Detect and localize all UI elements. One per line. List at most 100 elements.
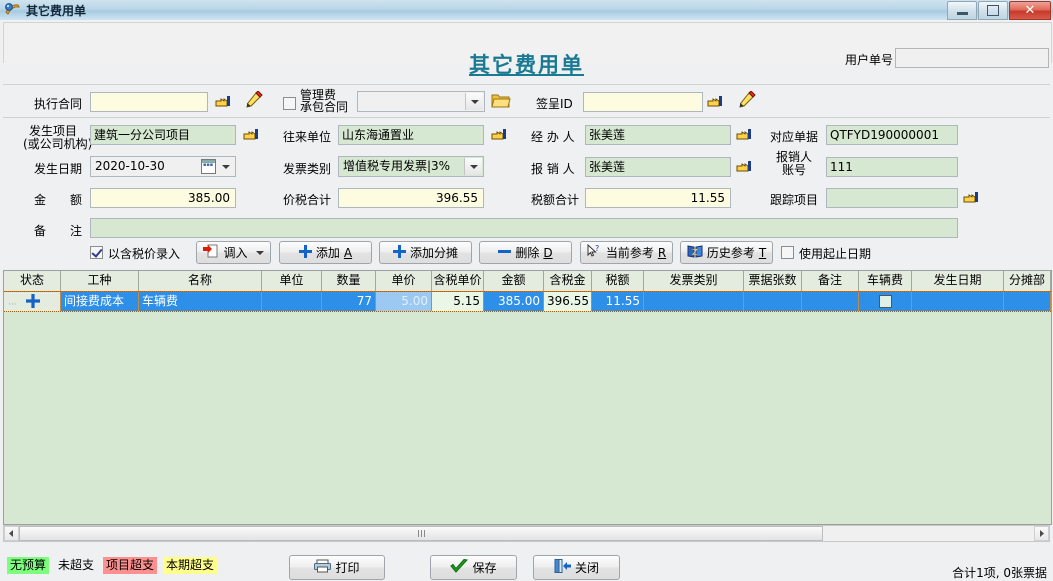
track-project-input[interactable] [826, 188, 958, 208]
grid-column-header[interactable]: 单位 [262, 271, 322, 291]
contract-label: 执行合同 [34, 97, 83, 111]
grid-column-header[interactable]: 发生日期 [912, 271, 1004, 291]
current-reference-button[interactable]: ? 当前参考 R [580, 241, 673, 264]
project-label-line2: (或公司机构) [23, 137, 93, 151]
calendar-icon[interactable]: ▪▪▪ [201, 159, 216, 174]
claimer-input[interactable]: 张美莲 [585, 157, 731, 177]
signoff-input[interactable] [583, 92, 703, 112]
hand-pick-icon-track[interactable] [963, 189, 981, 208]
grip-line [417, 530, 419, 537]
print-button[interactable]: 打印 [289, 555, 385, 580]
contract-input[interactable] [90, 92, 208, 112]
mgmt-contract-dropdown-button[interactable] [465, 93, 483, 110]
grid-column-header[interactable]: 含税单价 [432, 271, 484, 291]
tax-total-label: 税额合计 [531, 193, 580, 207]
cell-bill-count[interactable] [744, 292, 802, 311]
claimer-account-input[interactable]: 111 [826, 157, 958, 177]
save-button[interactable]: 保存 [430, 555, 517, 580]
user-code-input[interactable] [895, 48, 1049, 68]
cell-invoice-type[interactable] [644, 292, 744, 311]
use-date-range-checkbox[interactable] [781, 246, 794, 259]
grid-column-header[interactable]: 税额 [592, 271, 644, 291]
row-indicator-dots: ··· [8, 300, 17, 310]
grid-column-header[interactable]: 工种 [61, 271, 139, 291]
close-window-button[interactable]: 关闭 [533, 555, 620, 580]
history-ref-hotkey: T [758, 245, 767, 260]
cell-unit[interactable] [262, 292, 322, 311]
date-picker[interactable]: 2020-10-30 ▪▪▪ [90, 156, 236, 177]
hand-pick-icon-partner[interactable] [491, 126, 509, 145]
grid-column-header[interactable]: 单价 [376, 271, 432, 291]
mgmt-contract-combo[interactable] [357, 91, 485, 112]
grid-column-header[interactable]: 分摊部门 [1004, 271, 1051, 306]
table-row[interactable]: ··· 间接费成本 车辆费 77 5.00 5.15 385.00 396.55 11.55 [4, 292, 1051, 311]
cell-occur-date[interactable] [912, 292, 1004, 311]
folder-open-icon[interactable] [491, 92, 511, 112]
grid-column-header[interactable]: 含税金额 [544, 271, 592, 306]
grid-column-header[interactable]: 名称 [139, 271, 262, 291]
chevron-down-icon [469, 164, 478, 169]
hand-pick-icon-claimer[interactable] [736, 158, 754, 177]
related-doc-input[interactable]: QTFYD190000001 [826, 125, 958, 145]
hand-pick-icon-contract[interactable] [215, 93, 233, 112]
invoice-type-value: 增值税专用发票|3% [343, 159, 451, 173]
grid-column-header[interactable]: 数量 [322, 271, 376, 291]
invoice-type-dropdown-button[interactable] [464, 158, 482, 175]
scrollbar-thumb[interactable] [19, 526, 823, 541]
hand-pick-icon-signoff[interactable] [707, 93, 725, 112]
cell-tax-amount[interactable]: 396.55 [544, 292, 592, 311]
project-input[interactable]: 建筑一分公司项目 [90, 125, 236, 145]
grid-column-header[interactable]: 发票类别 [644, 271, 744, 291]
date-dropdown-button[interactable] [217, 158, 234, 175]
tax-total-input[interactable]: 11.55 [585, 188, 731, 208]
claimer-account-label-line1: 报销人 [775, 150, 812, 164]
pencil-edit-icon-contract[interactable] [243, 90, 263, 113]
chevron-down-icon[interactable] [255, 250, 264, 255]
grid-column-header[interactable]: 备注 [802, 271, 859, 291]
cell-amount[interactable]: 385.00 [484, 292, 544, 311]
grid-column-header[interactable]: 金额 [484, 271, 544, 291]
invoice-type-combo[interactable]: 增值税专用发票|3% [338, 156, 484, 177]
hand-pick-icon-handler[interactable] [736, 126, 754, 145]
cell-tax[interactable]: 11.55 [592, 292, 644, 311]
cell-name[interactable]: 车辆费 [139, 292, 262, 311]
minimize-button[interactable] [947, 1, 977, 20]
scroll-right-arrow[interactable] [1034, 526, 1049, 541]
cell-unit-price[interactable]: 5.00 [376, 292, 432, 311]
import-button[interactable]: 调入 [196, 241, 271, 264]
amount-input[interactable]: 385.00 [90, 188, 236, 208]
cell-quantity[interactable]: 77 [322, 292, 376, 311]
detail-grid[interactable]: 状态工种名称单位数量单价含税单价金额含税金额税额发票类别票据张数备注车辆费发生日… [3, 270, 1052, 525]
hand-pick-icon-project[interactable] [243, 126, 261, 145]
cell-work-type[interactable]: 间接费成本 [61, 292, 139, 311]
price-tax-total-input[interactable]: 396.55 [338, 188, 484, 208]
pencil-edit-icon-signoff[interactable] [736, 90, 756, 113]
cell-tax-unit-price[interactable]: 5.15 [432, 292, 484, 311]
mgmt-fee-checkbox[interactable] [283, 97, 296, 110]
remark-input[interactable] [90, 218, 958, 238]
cell-remark[interactable] [802, 292, 859, 311]
cell-vehicle-fee[interactable] [859, 292, 912, 311]
tax-inclusive-checkbox[interactable] [90, 246, 103, 259]
maximize-button[interactable] [978, 1, 1008, 20]
minimize-icon [956, 12, 968, 15]
grid-horizontal-scrollbar[interactable] [3, 525, 1050, 542]
add-split-button[interactable]: 添加分摊 [379, 241, 472, 264]
close-button[interactable]: ✕ [1009, 1, 1051, 20]
grid-column-header[interactable]: 状态 [4, 271, 61, 291]
tax-inclusive-label: 以含税价录入 [108, 247, 181, 261]
vehicle-fee-checkbox[interactable] [879, 295, 892, 308]
maximize-icon [987, 5, 999, 16]
add-button[interactable]: 添加 A [279, 241, 372, 264]
scroll-left-arrow[interactable] [4, 526, 19, 541]
history-reference-button[interactable]: Z 历史参考 T [680, 241, 773, 264]
app-icon [4, 2, 22, 18]
cell-state[interactable]: ··· [4, 292, 61, 311]
grid-column-header[interactable]: 票据张数 [744, 271, 802, 291]
handler-input[interactable]: 张美莲 [585, 125, 731, 145]
delete-button[interactable]: 删除 D [479, 241, 572, 264]
cell-split-dept[interactable] [1004, 292, 1051, 311]
grid-column-header[interactable]: 车辆费 [859, 271, 912, 291]
partner-input[interactable]: 山东海通置业 [338, 125, 484, 145]
close-label: 关闭 [574, 561, 599, 575]
